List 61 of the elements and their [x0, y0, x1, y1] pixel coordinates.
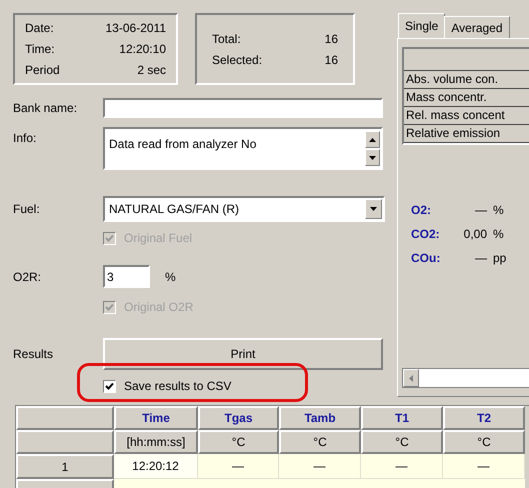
list-item[interactable]: Abs. volume con. [404, 71, 529, 89]
reading-name: O2: [411, 202, 432, 219]
summary-value: 13-06-2011 [106, 20, 166, 37]
summary-label: Time: [25, 41, 55, 58]
column-header[interactable]: Tamb [279, 406, 361, 430]
column-header[interactable]: Tgas [198, 406, 279, 430]
count-value: 16 [324, 52, 338, 68]
info-field[interactable]: Data read from analyzer No [103, 127, 383, 170]
field-label: O2R: [13, 268, 42, 286]
unit-header: °C [443, 430, 525, 454]
count-label: Selected: [212, 52, 262, 68]
count-label: Total: [212, 30, 241, 48]
list-item[interactable]: Relative emission [404, 125, 529, 143]
checkbox-label: Save results to CSV [124, 378, 232, 395]
row-header[interactable]: 1 [16, 454, 114, 479]
reading-value: 0,00 [462, 226, 487, 243]
table-cell: — [198, 454, 279, 479]
summary-value: 2 sec [137, 62, 166, 79]
reading-unit: % [493, 202, 504, 219]
fuel-dropdown[interactable]: NATURAL GAS/FAN (R) [103, 196, 385, 222]
reading-name: CO2: [411, 226, 441, 243]
list-item[interactable]: Rel. mass concent [404, 107, 529, 125]
summary-label: Period [25, 62, 60, 79]
table-cell: — [443, 454, 525, 479]
field-label: Bank name: [13, 100, 78, 117]
unit-label: % [165, 268, 176, 286]
scroll-down-button[interactable] [365, 149, 380, 166]
checkbox[interactable] [103, 380, 116, 392]
table-cell: — [279, 454, 361, 479]
horizontal-scrollbar[interactable] [402, 368, 529, 388]
unit-header: °C [279, 430, 361, 454]
table-cell: — [361, 454, 443, 479]
scroll-up-button[interactable] [365, 131, 380, 148]
field-label: Info: [13, 130, 38, 147]
list-item[interactable]: Mass concentr. [404, 89, 529, 107]
reading-unit: % [493, 226, 504, 243]
reading-value: — [474, 202, 487, 219]
table-cell: 12:20:12 [114, 454, 198, 479]
unit-header: °C [198, 430, 279, 454]
results-label: Results [13, 346, 54, 363]
left-arrow-icon [409, 374, 413, 382]
reading-value: — [474, 250, 487, 267]
unit-header: [hh:mm:ss] [114, 430, 198, 454]
count-value: 16 [324, 30, 338, 48]
unit-header: °C [361, 430, 443, 454]
tab[interactable]: Averaged [444, 16, 510, 38]
print-button[interactable]: Print [103, 338, 383, 370]
reading-unit: pp [493, 250, 506, 267]
field-label: Fuel: [13, 201, 41, 218]
o2r-field[interactable]: 3 [103, 265, 150, 288]
column-header[interactable]: T1 [361, 406, 443, 430]
summary-label: Date: [25, 20, 54, 37]
dropdown-arrow-icon [370, 207, 377, 211]
bank-name-field[interactable] [103, 98, 383, 118]
column-header[interactable]: T2 [443, 406, 525, 430]
summary-value: 12:20:10 [119, 41, 166, 58]
column-header[interactable]: Time [114, 406, 198, 430]
up-arrow-icon [369, 138, 376, 142]
down-arrow-icon [369, 156, 376, 160]
reading-name: COu: [411, 250, 442, 267]
tab[interactable]: Single [398, 13, 446, 38]
